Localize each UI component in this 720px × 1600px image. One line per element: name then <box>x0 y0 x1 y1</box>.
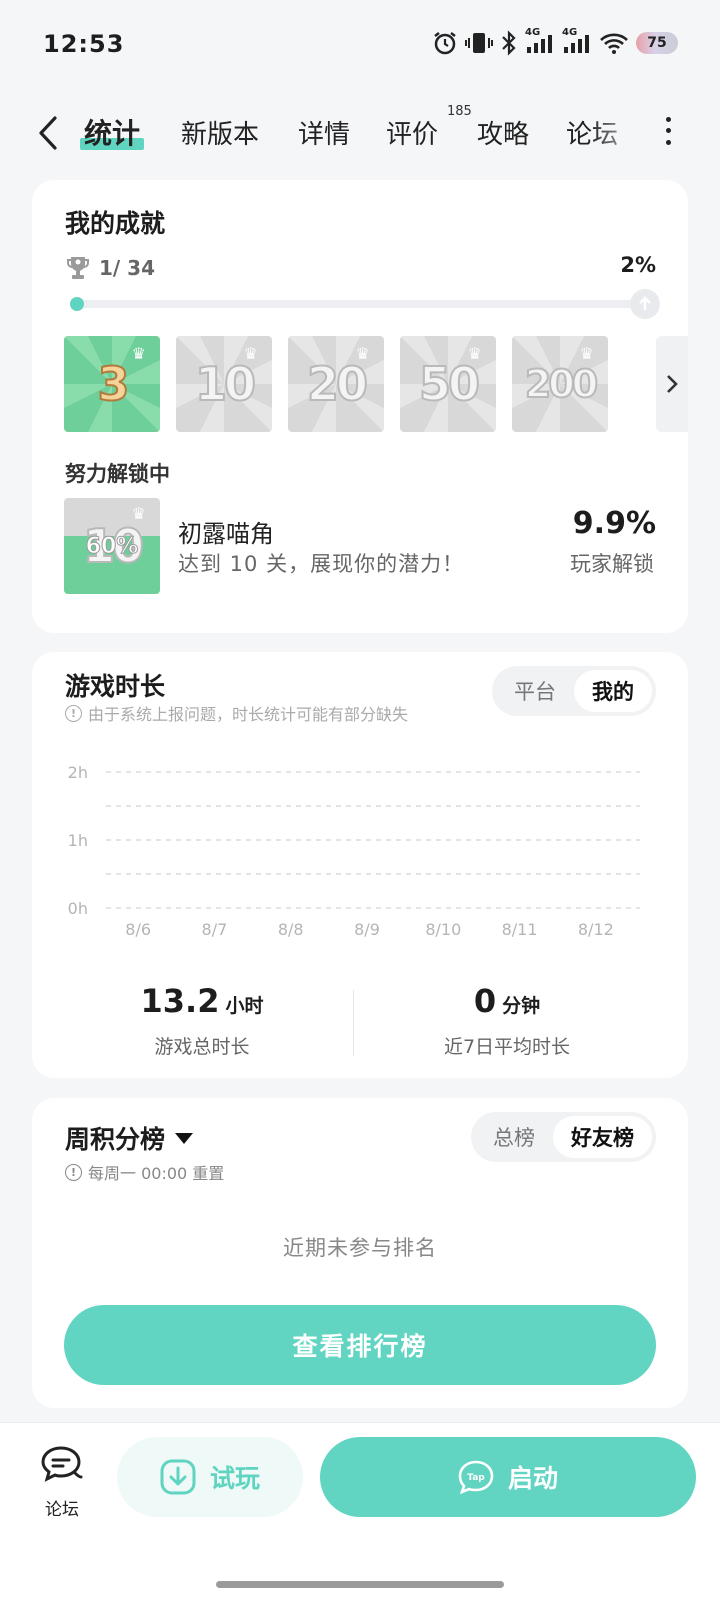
achievements-card[interactable]: 我的成就 1/ 34 2% ♛ 3 ♛ 10 ♛ 20 ♛ 50 ♛ 200 努… <box>32 180 688 633</box>
x-tick-label: 8/8 <box>278 920 304 939</box>
forum-button[interactable]: 论坛 <box>36 1445 88 1520</box>
x-tick-label: 8/6 <box>125 920 151 939</box>
chevron-right-icon <box>667 375 678 393</box>
achievement-badge[interactable]: ♛ 20 <box>288 336 384 432</box>
playtime-title: 游戏时长 <box>65 672 166 701</box>
playtime-chart: 0h 1h 2h 8/6 8/7 8/8 8/9 8/10 8/11 8/12 <box>68 763 640 939</box>
achievements-title: 我的成就 <box>65 209 166 238</box>
achievement-percent: 2% <box>620 253 656 277</box>
status-icons: 4G 4G 75 <box>432 27 678 56</box>
leaderboard-card: 周积分榜 ! 每周一 00:00 重置 总榜 好友榜 近期未参与排名 查看排行榜 <box>32 1098 688 1408</box>
vibrate-icon <box>465 33 493 53</box>
tap-logo-text: Tap <box>467 1473 485 1483</box>
toggle-mine[interactable]: 我的 <box>574 670 652 712</box>
tab-fade <box>590 100 650 166</box>
crown-icon: ♛ <box>131 344 146 363</box>
trophy-icon <box>67 257 89 279</box>
unlock-rate-label: 玩家解锁 <box>570 552 654 576</box>
badge-row: ♛ 3 ♛ 10 ♛ 20 ♛ 50 ♛ 200 <box>64 336 608 432</box>
leaderboard-empty-text: 近期未参与排名 <box>283 1236 437 1260</box>
y-tick-label: 0h <box>68 899 88 918</box>
bluetooth-icon <box>502 30 516 56</box>
dot-icon <box>665 117 671 123</box>
toggle-overall[interactable]: 总榜 <box>475 1116 553 1158</box>
achievement-badge[interactable]: ♛ 10 <box>176 336 272 432</box>
home-indicator[interactable] <box>216 1581 504 1588</box>
status-bar: 12:53 4G 4G 75 <box>0 0 720 90</box>
reviews-count-badge: 185 <box>447 104 472 119</box>
info-icon: ! <box>65 704 82 722</box>
achievement-badge[interactable]: ♛ 3 <box>64 336 160 432</box>
dropdown-caret-icon <box>175 1132 194 1144</box>
tab-new-version[interactable]: 新版本 <box>181 114 259 151</box>
in-progress-label: 努力解锁中 <box>65 462 170 486</box>
leaderboard-toggle: 总榜 好友榜 <box>471 1112 656 1162</box>
total-playtime: 13.2 小时 游戏总时长 <box>140 982 264 1058</box>
x-tick-label: 8/9 <box>354 920 380 939</box>
achievement-badge[interactable]: ♛ 200 <box>512 336 608 432</box>
progress-fill <box>70 297 84 311</box>
arrow-up-icon <box>639 296 651 310</box>
tab-guides[interactable]: 攻略 <box>477 114 529 151</box>
x-tick-label: 8/7 <box>202 920 228 939</box>
signal-1: 4G <box>525 27 555 55</box>
achievement-badge[interactable]: ♛ 50 <box>400 336 496 432</box>
info-icon: ! <box>65 1163 82 1181</box>
more-menu-button[interactable] <box>660 114 676 148</box>
crown-icon: ♛ <box>579 344 594 363</box>
download-icon <box>160 1459 196 1495</box>
avg-playtime: 0 分钟 近7日平均时长 <box>443 982 571 1058</box>
tap-logo-icon: Tap <box>458 1460 494 1494</box>
wifi-icon <box>600 33 628 54</box>
trial-button[interactable]: 试玩 <box>117 1437 303 1517</box>
achievement-count: 1/ 34 <box>66 255 155 281</box>
in-progress-name: 初露喵角 <box>178 520 274 548</box>
x-tick-label: 8/12 <box>578 920 614 939</box>
toggle-friends[interactable]: 好友榜 <box>553 1116 652 1158</box>
alarm-icon <box>434 32 456 55</box>
back-arrow-icon <box>39 116 57 150</box>
progress-end-marker <box>630 289 660 319</box>
unlock-rate: 9.9% <box>572 506 656 541</box>
leaderboard-title[interactable]: 周积分榜 <box>65 1120 194 1156</box>
playtime-hint: ! 由于系统上报问题，时长统计可能有部分缺失 <box>65 701 408 725</box>
playtime-toggle: 平台 我的 <box>492 666 656 716</box>
view-leaderboard-button[interactable]: 查看排行榜 <box>64 1305 656 1385</box>
tab-details[interactable]: 详情 <box>298 114 350 151</box>
y-tick-label: 2h <box>68 763 88 782</box>
x-tick-label: 8/11 <box>502 920 538 939</box>
y-tick-label: 1h <box>68 831 88 850</box>
dot-icon <box>665 128 671 134</box>
in-progress-description: 达到 10 关，展现你的潜力！ <box>178 552 465 576</box>
bottom-action-bar: 论坛 试玩 Tap 启动 <box>0 1422 720 1600</box>
toggle-platform[interactable]: 平台 <box>496 670 574 712</box>
leaderboard-hint: ! 每周一 00:00 重置 <box>65 1160 224 1184</box>
launch-button[interactable]: Tap 启动 <box>320 1437 696 1517</box>
tab-stats[interactable]: 统计 <box>80 112 145 152</box>
badge-next-button[interactable] <box>656 336 688 432</box>
status-time: 12:53 <box>43 30 125 58</box>
forum-chat-icon <box>41 1446 83 1482</box>
dot-icon <box>665 139 671 145</box>
signal-2: 4G <box>562 27 592 55</box>
battery-indicator: 75 <box>636 32 678 54</box>
stat-divider <box>353 990 354 1056</box>
achievement-progress-bar <box>70 289 660 319</box>
tab-bar: 统计 新版本 详情 评价 185 攻略 论坛 <box>0 100 720 166</box>
x-tick-label: 8/10 <box>425 920 461 939</box>
tab-reviews[interactable]: 评价 <box>386 114 438 151</box>
in-progress-badge[interactable]: ♛ 10 60% <box>64 498 160 594</box>
back-button[interactable] <box>30 110 66 156</box>
